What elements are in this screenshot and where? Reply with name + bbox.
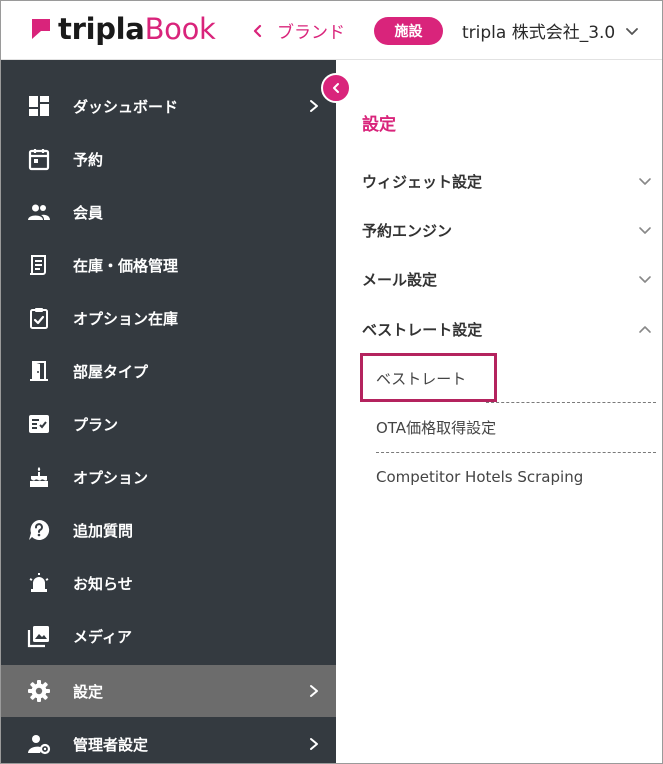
- cake-icon: [27, 465, 51, 489]
- sidebar-item-inventory[interactable]: 在庫・価格管理: [1, 239, 336, 291]
- settings-panel: 設定 ウィジェット設定 予約エンジン メール設定 ベストレート設定 ベストレート…: [336, 60, 662, 763]
- members-icon: [27, 200, 51, 224]
- question-icon: [27, 518, 51, 542]
- section-label: ウィジェット設定: [362, 172, 483, 191]
- chevron-down-icon: [639, 227, 651, 234]
- logo-text: triplaBook: [58, 13, 216, 45]
- section-label: ベストレート設定: [362, 320, 483, 339]
- chevron-right-icon: [310, 100, 318, 112]
- tripla-book-logo[interactable]: triplaBook: [30, 13, 216, 45]
- top-header: triplaBook ブランド 施設 tripla 株式会社_3.0: [1, 1, 662, 60]
- sidebar-item-label: お知らせ: [73, 574, 133, 593]
- calendar-icon: [27, 147, 51, 171]
- clipboard-check-icon: [27, 306, 51, 330]
- section-mail-settings[interactable]: メール設定: [362, 266, 652, 292]
- chevron-right-icon: [310, 738, 318, 750]
- sidebar-item-label: 設定: [73, 682, 104, 701]
- sidebar-item-label: メディア: [73, 627, 132, 646]
- sidebar-item-media[interactable]: メディア: [1, 610, 336, 662]
- sidebar-item-label: オプション: [73, 468, 149, 487]
- sidebar-item-room-types[interactable]: 部屋タイプ: [1, 345, 336, 397]
- admin-settings-icon: [27, 732, 51, 756]
- sidebar-item-label: プラン: [73, 415, 119, 434]
- sidebar-item-label: 部屋タイプ: [73, 362, 149, 381]
- sidebar-item-reservations[interactable]: 予約: [1, 133, 336, 185]
- sidebar-item-label: 管理者設定: [73, 735, 149, 754]
- sidebar-item-label: オプション在庫: [73, 309, 179, 328]
- gear-icon: [27, 679, 51, 703]
- sidebar-item-label: 追加質問: [73, 521, 134, 540]
- sidebar-item-options[interactable]: オプション: [1, 451, 336, 503]
- divider: [376, 452, 656, 453]
- plan-icon: [27, 412, 51, 436]
- logo-text-book: Book: [144, 12, 216, 46]
- sidebar-item-members[interactable]: 会員: [1, 186, 336, 238]
- chevron-up-icon: [639, 326, 651, 333]
- section-reservation-engine[interactable]: 予約エンジン: [362, 217, 652, 243]
- settings-title: 設定: [362, 115, 396, 135]
- dashboard-icon: [27, 94, 51, 118]
- section-label: 予約エンジン: [362, 221, 453, 240]
- inventory-icon: [27, 253, 51, 277]
- sidebar-item-label: 会員: [73, 203, 104, 222]
- facility-badge: 施設: [374, 17, 443, 45]
- sidebar-item-settings[interactable]: 設定: [1, 665, 336, 717]
- door-icon: [27, 359, 51, 383]
- sidebar-item-label: 予約: [73, 150, 104, 169]
- sidebar-item-additional-questions[interactable]: 追加質問: [1, 504, 336, 556]
- section-widget-settings[interactable]: ウィジェット設定: [362, 168, 652, 194]
- chevron-down-icon: [626, 27, 639, 35]
- chevron-left-icon: [253, 24, 262, 37]
- sidebar-item-admin-settings[interactable]: 管理者設定: [1, 718, 336, 763]
- chevron-down-icon: [639, 178, 651, 185]
- alarm-icon: [27, 571, 51, 595]
- sidebar-item-dashboard[interactable]: ダッシュボード: [1, 80, 336, 132]
- logo-mark-icon: [32, 19, 50, 39]
- chevron-down-icon: [639, 276, 651, 283]
- app-frame: triplaBook ブランド 施設 tripla 株式会社_3.0 ダッシュボ…: [0, 0, 663, 764]
- company-selector[interactable]: tripla 株式会社_3.0: [462, 18, 639, 43]
- sidebar-item-label: ダッシュボード: [73, 97, 179, 116]
- sub-item-best-rate[interactable]: ベストレート: [376, 368, 656, 389]
- chevron-left-icon: [333, 83, 339, 93]
- sidebar-collapse-button[interactable]: [321, 73, 351, 103]
- sidebar-item-label: 在庫・価格管理: [73, 256, 179, 275]
- sidebar-item-notices[interactable]: お知らせ: [1, 557, 336, 609]
- section-label: メール設定: [362, 270, 438, 289]
- chevron-right-icon: [310, 685, 318, 697]
- sidebar: ダッシュボード 予約 会員 在庫・価格管理 オプション在庫 部屋タイプ プラン …: [1, 60, 336, 763]
- section-best-rate-settings[interactable]: ベストレート設定: [362, 316, 652, 342]
- media-icon: [27, 624, 51, 648]
- company-name: tripla 株式会社_3.0: [462, 23, 616, 43]
- sub-item-ota-price-settings[interactable]: OTA価格取得設定: [376, 417, 656, 438]
- logo-text-tripla: tripla: [58, 12, 145, 46]
- sidebar-item-option-inventory[interactable]: オプション在庫: [1, 292, 336, 344]
- brand-back-label: ブランド: [277, 23, 345, 43]
- divider: [486, 402, 656, 403]
- brand-back-link[interactable]: ブランド: [251, 18, 345, 43]
- sub-item-competitor-hotels-scraping[interactable]: Competitor Hotels Scraping: [376, 468, 656, 486]
- sidebar-item-plans[interactable]: プラン: [1, 398, 336, 450]
